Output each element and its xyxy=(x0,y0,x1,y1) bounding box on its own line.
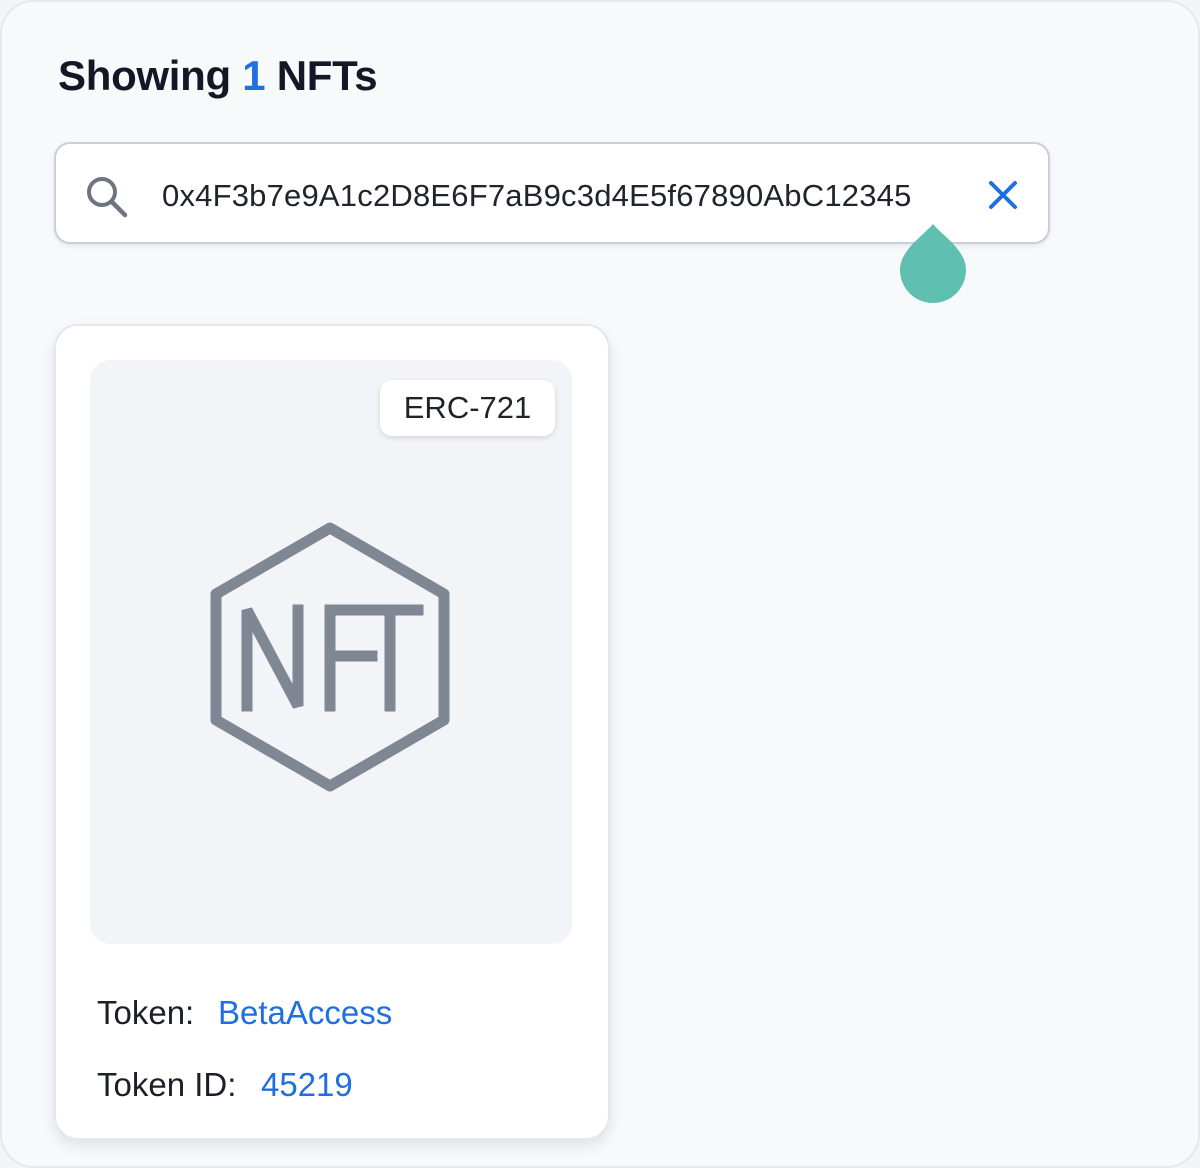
token-name-link[interactable]: BetaAccess xyxy=(218,994,392,1032)
token-id-label: Token ID: xyxy=(97,1066,237,1103)
token-id-value[interactable]: 45219 xyxy=(261,1066,353,1104)
token-standard-badge: ERC-721 xyxy=(380,380,555,436)
results-count: 1 xyxy=(242,52,266,99)
search-icon xyxy=(87,177,128,218)
results-heading: Showing 1 NFTs xyxy=(58,52,378,100)
heading-suffix: NFTs xyxy=(276,52,378,99)
text-selection-handle[interactable] xyxy=(898,222,968,304)
nft-hexagon-icon xyxy=(210,522,450,792)
search-input[interactable]: 0x4F3b7e9A1c2D8E6F7aB9c3d4E5f67890AbC123… xyxy=(162,174,912,218)
heading-prefix: Showing xyxy=(58,52,231,99)
close-icon[interactable] xyxy=(980,172,1026,218)
token-label: Token: xyxy=(97,994,195,1031)
